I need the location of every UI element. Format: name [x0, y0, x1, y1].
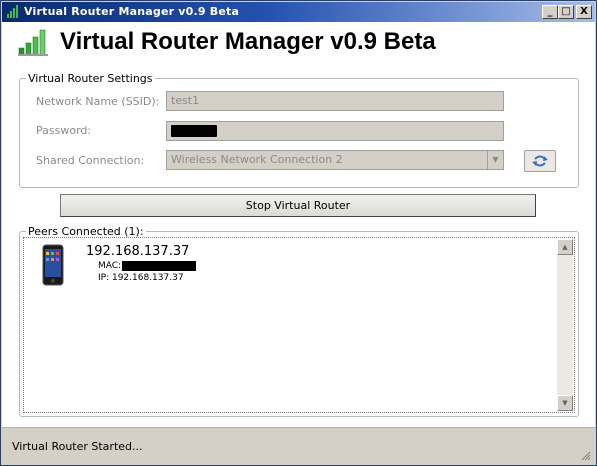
refresh-arrows-icon [532, 155, 548, 167]
refresh-button[interactable] [524, 150, 556, 172]
mac-redaction [122, 261, 196, 271]
chevron-down-icon[interactable]: ▼ [487, 151, 503, 169]
close-button[interactable]: X [576, 5, 592, 19]
signal-bars-icon [18, 29, 48, 56]
app-window: Virtual Router Manager v0.9 Beta _ □ X V… [0, 0, 597, 466]
password-label: Password: [36, 124, 92, 137]
maximize-button[interactable]: □ [558, 5, 574, 19]
app-title: Virtual Router Manager v0.9 Beta [60, 28, 436, 55]
password-input[interactable] [166, 121, 504, 141]
minimize-button[interactable]: _ [542, 5, 558, 19]
router-settings-group: Virtual Router Settings Network Name (SS… [19, 72, 579, 188]
client-area: Virtual Router Manager v0.9 Beta Virtual… [2, 22, 595, 465]
ssid-input[interactable]: test1 [166, 91, 504, 111]
peer-mac-label: MAC: [98, 261, 122, 271]
window-title: Virtual Router Manager v0.9 Beta [24, 5, 240, 18]
scroll-up-button[interactable]: ▲ [557, 239, 573, 255]
scroll-down-button[interactable]: ▼ [557, 395, 573, 411]
ssid-label: Network Name (SSID): [36, 95, 160, 108]
shared-connection-select[interactable]: Wireless Network Connection 2 ▼ [166, 150, 504, 170]
title-bar[interactable]: Virtual Router Manager v0.9 Beta _ □ X [2, 2, 595, 22]
status-bar: Virtual Router Started... [2, 427, 595, 465]
settings-group-label: Virtual Router Settings [26, 72, 155, 85]
phone-icon [42, 244, 64, 286]
shared-connection-label: Shared Connection: [36, 154, 145, 167]
app-icon [7, 5, 18, 18]
resize-grip-icon[interactable] [579, 449, 591, 461]
peers-group: Peers Connected (1): 192.168.137.37 MAC:… [19, 225, 579, 417]
stop-router-button[interactable]: Stop Virtual Router [60, 194, 536, 217]
peers-list[interactable]: 192.168.137.37 MAC: IP: 192.168.137.37 ▲… [23, 237, 575, 413]
status-text: Virtual Router Started... [12, 440, 143, 453]
shared-connection-value: Wireless Network Connection 2 [171, 153, 343, 166]
peers-scrollbar[interactable]: ▲ ▼ [557, 239, 573, 411]
password-redaction [171, 125, 217, 137]
peer-ip: IP: 192.168.137.37 [98, 273, 184, 283]
peer-title: 192.168.137.37 [86, 244, 190, 259]
